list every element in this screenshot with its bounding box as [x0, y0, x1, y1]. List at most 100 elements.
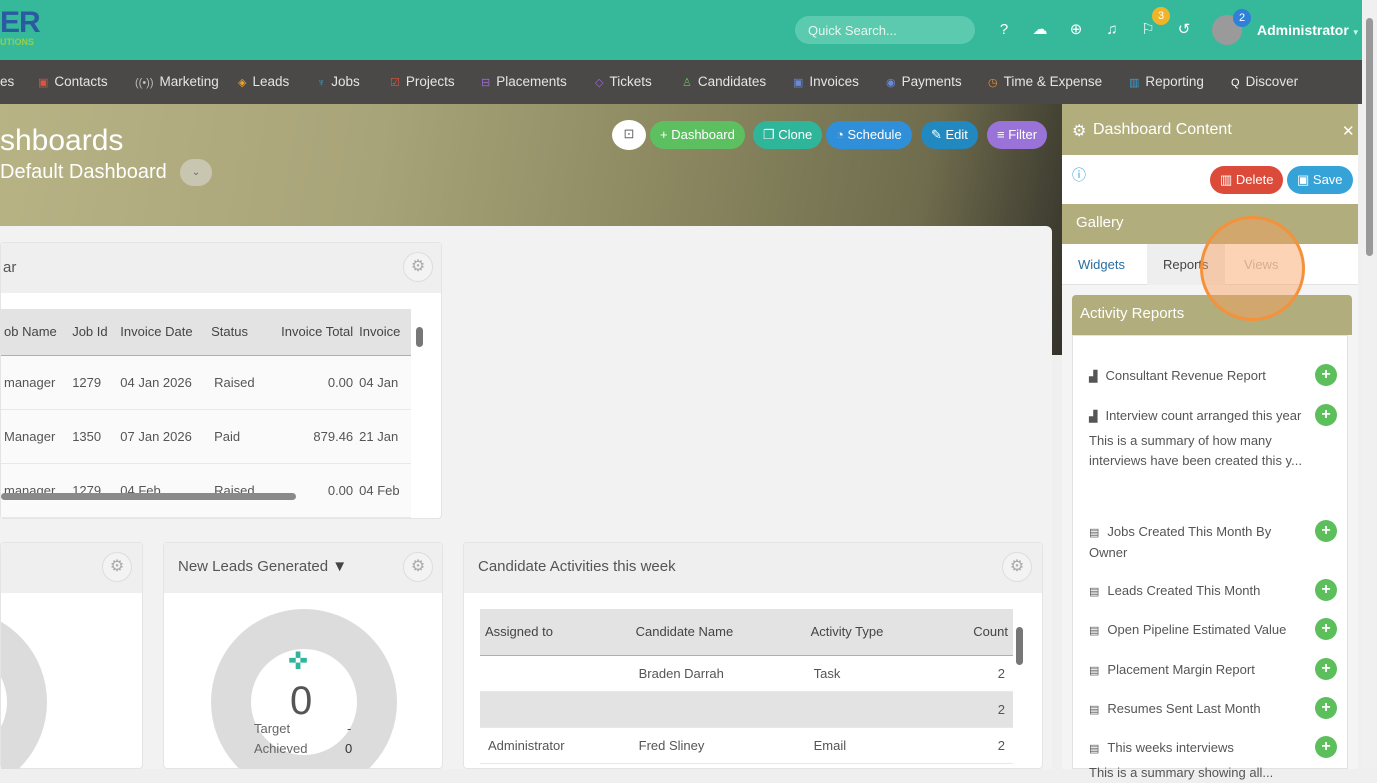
nav-item-tickets[interactable]: ◇ Tickets — [595, 74, 652, 91]
save-button[interactable]: ▣ Save — [1287, 166, 1353, 194]
add-report-button[interactable]: + — [1315, 404, 1337, 426]
nav-item-discover[interactable]: Q Discover — [1231, 74, 1298, 91]
nav-item-projects[interactable]: ☑ Projects — [390, 74, 455, 91]
report-item[interactable]: ▟ Consultant Revenue Report — [1089, 366, 1309, 387]
quick-search-input[interactable] — [795, 16, 975, 44]
history-icon[interactable]: ↺ — [1174, 20, 1194, 40]
column-header[interactable]: Invoice — [356, 309, 411, 356]
nav-item-placements[interactable]: ⊟ Placements — [481, 74, 567, 91]
pencil-icon: ✎ — [931, 127, 946, 142]
nav-icon: ▣ — [793, 77, 804, 89]
nav-item-payments[interactable]: ◉ Payments — [886, 74, 962, 91]
edit-button[interactable]: ✎ Edit — [921, 121, 978, 149]
page-scrollbar[interactable] — [1362, 0, 1377, 769]
nav-item-es[interactable]: es — [0, 74, 14, 90]
nav-item-time-expense[interactable]: ◷ Time & Expense — [988, 74, 1102, 91]
table-cell[interactable]: Braden Darrah — [630, 655, 806, 692]
table-row: Administrator Fred Sliney Email 2 — [480, 727, 1013, 764]
nav-item-candidates[interactable]: ♙ Candidates — [682, 74, 766, 91]
table-cell: 04 Feb — [356, 463, 411, 518]
table-cell: Raised — [208, 463, 266, 518]
add-report-button[interactable]: + — [1315, 697, 1337, 719]
report-item[interactable]: ▟ Interview count arranged this year This … — [1089, 406, 1309, 471]
table-cell[interactable]: manager — [1, 355, 70, 410]
table-icon: ▤ — [1089, 665, 1100, 677]
gear-icon[interactable]: ⚙ — [102, 552, 132, 582]
help-icon[interactable]: ⓘ — [1072, 165, 1086, 185]
table-icon: ▤ — [1089, 704, 1100, 716]
column-header[interactable]: Activity Type — [805, 609, 941, 656]
clone-button[interactable]: ❐ Clone — [753, 121, 823, 149]
filter-button[interactable]: ≡ Filter — [987, 121, 1048, 149]
bell-icon[interactable]: ♫ — [1102, 20, 1122, 40]
report-item[interactable]: ▤ This weeks interviews This is a summary … — [1089, 738, 1309, 783]
user-name: Administrator — [1257, 22, 1349, 38]
add-dashboard-button[interactable]: + Dashboard — [650, 121, 745, 149]
chat-icon[interactable]: ☁ — [1030, 20, 1050, 40]
main-nav: es ▣ Contacts ((•)) Marketing ◈ Leads ♆ Jobs ☑ Pro… — [0, 60, 1362, 104]
table-cell: Task — [805, 655, 941, 692]
table-cell: Administrator — [480, 727, 631, 764]
dashboard-dropdown-button[interactable]: ⌄ — [180, 159, 212, 186]
report-item[interactable]: ▤ Resumes Sent Last Month — [1089, 699, 1309, 720]
add-circle-icon[interactable]: ⊕ — [1066, 20, 1086, 40]
candidate-activities-widget: Candidate Activities this week ⚙ Assigne… — [463, 542, 1043, 769]
add-report-button[interactable]: + — [1315, 618, 1337, 640]
donut-chart — [1, 621, 47, 769]
horizontal-scrollbar[interactable] — [1, 493, 296, 500]
nav-item-marketing[interactable]: ((•)) Marketing — [135, 74, 219, 91]
report-item[interactable]: ▤ Jobs Created This Month By Owner — [1089, 522, 1309, 563]
column-header[interactable]: ob Name — [1, 309, 70, 356]
gear-icon[interactable]: ⚙ — [403, 252, 433, 282]
report-item[interactable]: ▤ Open Pipeline Estimated Value — [1089, 620, 1309, 641]
nav-label: Candidates — [697, 74, 767, 89]
add-report-button[interactable]: + — [1315, 364, 1337, 386]
tab-widgets[interactable]: Widgets — [1062, 244, 1141, 285]
column-header[interactable]: Candidate Name — [630, 609, 806, 656]
nav-item-contacts[interactable]: ▣ Contacts — [38, 74, 108, 91]
nav-item-leads[interactable]: ◈ Leads — [238, 74, 289, 91]
column-header[interactable]: Job Id — [69, 309, 118, 356]
table-cell[interactable]: Fred Sliney — [630, 727, 806, 764]
report-item[interactable]: ▤ Leads Created This Month — [1089, 581, 1309, 602]
nav-label: Tickets — [609, 74, 652, 89]
gear-icon[interactable]: ⚙ — [403, 552, 433, 582]
column-header[interactable]: Invoice Total — [265, 309, 357, 356]
add-report-button[interactable]: + — [1315, 736, 1337, 758]
table-cell[interactable] — [630, 691, 806, 728]
report-item[interactable]: ▤ Placement Margin Report — [1089, 660, 1309, 681]
schedule-button[interactable]: ◔ Schedule — [826, 121, 912, 149]
lock-button[interactable]: ⊡ — [612, 120, 646, 150]
nav-item-reporting[interactable]: ▥ Reporting — [1129, 74, 1204, 91]
add-report-button[interactable]: + — [1315, 520, 1337, 542]
column-header[interactable]: Assigned to — [480, 609, 631, 656]
gear-icon[interactable]: ⚙ — [1002, 552, 1032, 582]
activities-table: Assigned to Candidate Name Activity Type Co… — [480, 609, 1013, 764]
vertical-scrollbar[interactable] — [416, 327, 423, 347]
table-cell — [805, 691, 941, 728]
trash-icon: ▥ — [1220, 172, 1236, 187]
nav-icon: ((•)) — [135, 77, 154, 89]
logo[interactable]: ER — [0, 8, 41, 38]
add-report-button[interactable]: + — [1315, 658, 1337, 680]
bar-chart-icon: ▟ — [1089, 411, 1098, 423]
column-header[interactable]: Count — [940, 609, 1013, 656]
table-cell[interactable]: manager — [1, 463, 70, 518]
report-list: ▟ Consultant Revenue Report + ▟ Interview co… — [1072, 335, 1348, 780]
vertical-scrollbar[interactable] — [1016, 627, 1023, 665]
column-header[interactable]: Invoice Date — [117, 309, 209, 356]
nav-item-jobs[interactable]: ♆ Jobs — [317, 74, 360, 91]
widget-title: New Leads Generated ▼ — [178, 558, 348, 575]
nav-label: Projects — [405, 74, 455, 89]
table-cell: Email — [805, 727, 941, 764]
target-icon: ✜ — [288, 648, 309, 675]
table-cell[interactable]: Manager — [1, 409, 70, 464]
panel-header: ⚙ Dashboard Content ✕ — [1062, 104, 1358, 155]
close-icon[interactable]: ✕ — [1342, 122, 1355, 140]
help-icon[interactable]: ? — [994, 20, 1014, 40]
add-report-button[interactable]: + — [1315, 579, 1337, 601]
nav-item-invoices[interactable]: ▣ Invoices — [793, 74, 859, 91]
user-menu[interactable]: Administrator ▼ — [1257, 22, 1360, 38]
delete-button[interactable]: ▥ Delete — [1210, 166, 1284, 194]
column-header[interactable]: Status — [208, 309, 266, 356]
